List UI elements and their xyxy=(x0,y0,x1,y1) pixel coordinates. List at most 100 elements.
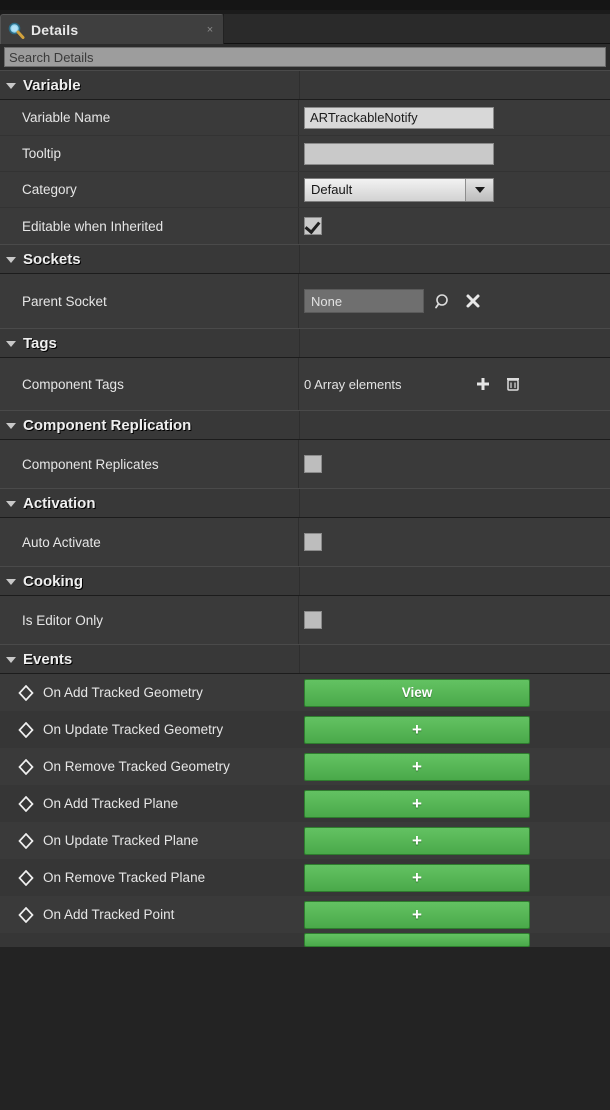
event-action: + xyxy=(299,748,610,785)
property-label: Component Tags xyxy=(0,358,299,410)
event-add-button[interactable]: + xyxy=(304,716,530,744)
plus-icon: + xyxy=(412,795,422,812)
property-label: Is Editor Only xyxy=(0,596,299,644)
chevron-down-icon xyxy=(6,657,16,663)
event-row: On Update Tracked Plane + xyxy=(0,822,610,859)
property-row-is-editor-only: Is Editor Only xyxy=(0,596,610,644)
event-label-wrap: On Add Tracked Geometry xyxy=(0,674,299,711)
section-header-activation[interactable]: Activation xyxy=(0,488,610,518)
search-input[interactable]: Search Details xyxy=(4,47,606,67)
event-action xyxy=(299,933,610,947)
chevron-down-icon xyxy=(6,257,16,263)
event-label-wrap: On Add Tracked Plane xyxy=(0,785,299,822)
property-value xyxy=(299,596,610,644)
property-value xyxy=(299,518,610,566)
property-value xyxy=(299,136,610,171)
chevron-down-icon xyxy=(6,579,16,585)
window-top-strip xyxy=(0,0,610,10)
is-editor-only-checkbox[interactable] xyxy=(304,611,322,629)
column-divider xyxy=(299,245,300,273)
event-label: On Remove Tracked Plane xyxy=(43,870,205,885)
event-add-button[interactable]: + xyxy=(304,827,530,855)
event-diamond-icon xyxy=(18,722,34,738)
chevron-down-icon[interactable] xyxy=(465,179,493,201)
component-replicates-checkbox[interactable] xyxy=(304,455,322,473)
event-diamond-icon xyxy=(18,759,34,775)
event-row: On Remove Tracked Geometry + xyxy=(0,748,610,785)
event-diamond-icon xyxy=(18,870,34,886)
property-value: 0 Array elements xyxy=(299,358,610,410)
close-icon[interactable]: × xyxy=(203,23,217,37)
section-body-activation: Auto Activate xyxy=(0,518,610,566)
event-row: On Remove Tracked Plane + xyxy=(0,859,610,896)
section-header-component-replication[interactable]: Component Replication xyxy=(0,410,610,440)
property-label: Editable when Inherited xyxy=(0,208,299,244)
clear-icon[interactable] xyxy=(462,290,484,312)
plus-icon: + xyxy=(412,721,422,738)
section-body-variable: Variable Name ARTrackableNotify Tooltip … xyxy=(0,100,610,244)
array-element-count: 0 Array elements xyxy=(304,377,464,392)
variable-name-input[interactable]: ARTrackableNotify xyxy=(304,107,494,129)
event-label-wrap: On Add Tracked Point xyxy=(0,896,299,933)
event-row: On Add Tracked Geometry View xyxy=(0,674,610,711)
property-row-component-replicates: Component Replicates xyxy=(0,440,610,488)
section-header-sockets[interactable]: Sockets xyxy=(0,244,610,274)
property-value: None xyxy=(299,274,610,328)
category-dropdown[interactable]: Default xyxy=(304,178,494,202)
chevron-down-icon xyxy=(6,501,16,507)
event-action: + xyxy=(299,711,610,748)
section-title: Cooking xyxy=(23,573,83,590)
auto-activate-checkbox[interactable] xyxy=(304,533,322,551)
column-divider xyxy=(299,71,300,99)
column-divider xyxy=(299,489,300,517)
section-header-cooking[interactable]: Cooking xyxy=(0,566,610,596)
event-label-wrap: On Remove Tracked Plane xyxy=(0,859,299,896)
property-row-parent-socket: Parent Socket None xyxy=(0,274,610,328)
event-add-button[interactable]: + xyxy=(304,864,530,892)
event-label: On Add Tracked Plane xyxy=(43,796,178,811)
section-header-tags[interactable]: Tags xyxy=(0,328,610,358)
magnifier-icon xyxy=(7,21,25,39)
property-label: Category xyxy=(0,172,299,207)
browse-icon[interactable] xyxy=(432,290,454,312)
event-add-button[interactable]: + xyxy=(304,753,530,781)
property-row-variable-name: Variable Name ARTrackableNotify xyxy=(0,100,610,136)
search-row: Search Details xyxy=(0,44,610,70)
property-value xyxy=(299,440,610,488)
event-label-wrap: On Update Tracked Geometry xyxy=(0,711,299,748)
event-action: + xyxy=(299,859,610,896)
event-diamond-icon xyxy=(18,907,34,923)
event-action: + xyxy=(299,785,610,822)
details-panel: Details × Search Details Variable Variab… xyxy=(0,0,610,1110)
event-row: On Add Tracked Plane + xyxy=(0,785,610,822)
category-value: Default xyxy=(305,182,465,197)
section-header-events[interactable]: Events xyxy=(0,644,610,674)
editable-when-inherited-checkbox[interactable] xyxy=(304,217,322,235)
section-header-variable[interactable]: Variable xyxy=(0,70,610,100)
section-title: Component Replication xyxy=(23,417,191,434)
event-add-button[interactable] xyxy=(304,933,530,947)
tooltip-input[interactable] xyxy=(304,143,494,165)
event-add-button[interactable]: + xyxy=(304,790,530,818)
section-body-component-replication: Component Replicates xyxy=(0,440,610,488)
column-divider xyxy=(299,411,300,439)
search-placeholder: Search Details xyxy=(9,50,94,65)
tab-details[interactable]: Details × xyxy=(0,14,224,44)
event-row-partial xyxy=(0,933,610,947)
property-label: Component Replicates xyxy=(0,440,299,488)
event-label-wrap: On Remove Tracked Geometry xyxy=(0,748,299,785)
chevron-down-icon xyxy=(6,83,16,89)
section-title: Tags xyxy=(23,335,57,352)
event-label-wrap: On Update Tracked Plane xyxy=(0,822,299,859)
property-row-category: Category Default xyxy=(0,172,610,208)
add-icon[interactable] xyxy=(472,373,494,395)
delete-icon[interactable] xyxy=(502,373,524,395)
parent-socket-field[interactable]: None xyxy=(304,289,424,313)
property-label: Auto Activate xyxy=(0,518,299,566)
event-add-button[interactable]: + xyxy=(304,901,530,929)
event-row: On Update Tracked Geometry + xyxy=(0,711,610,748)
property-row-auto-activate: Auto Activate xyxy=(0,518,610,566)
plus-icon: + xyxy=(412,869,422,886)
event-view-button[interactable]: View xyxy=(304,679,530,707)
section-title: Sockets xyxy=(23,251,81,268)
